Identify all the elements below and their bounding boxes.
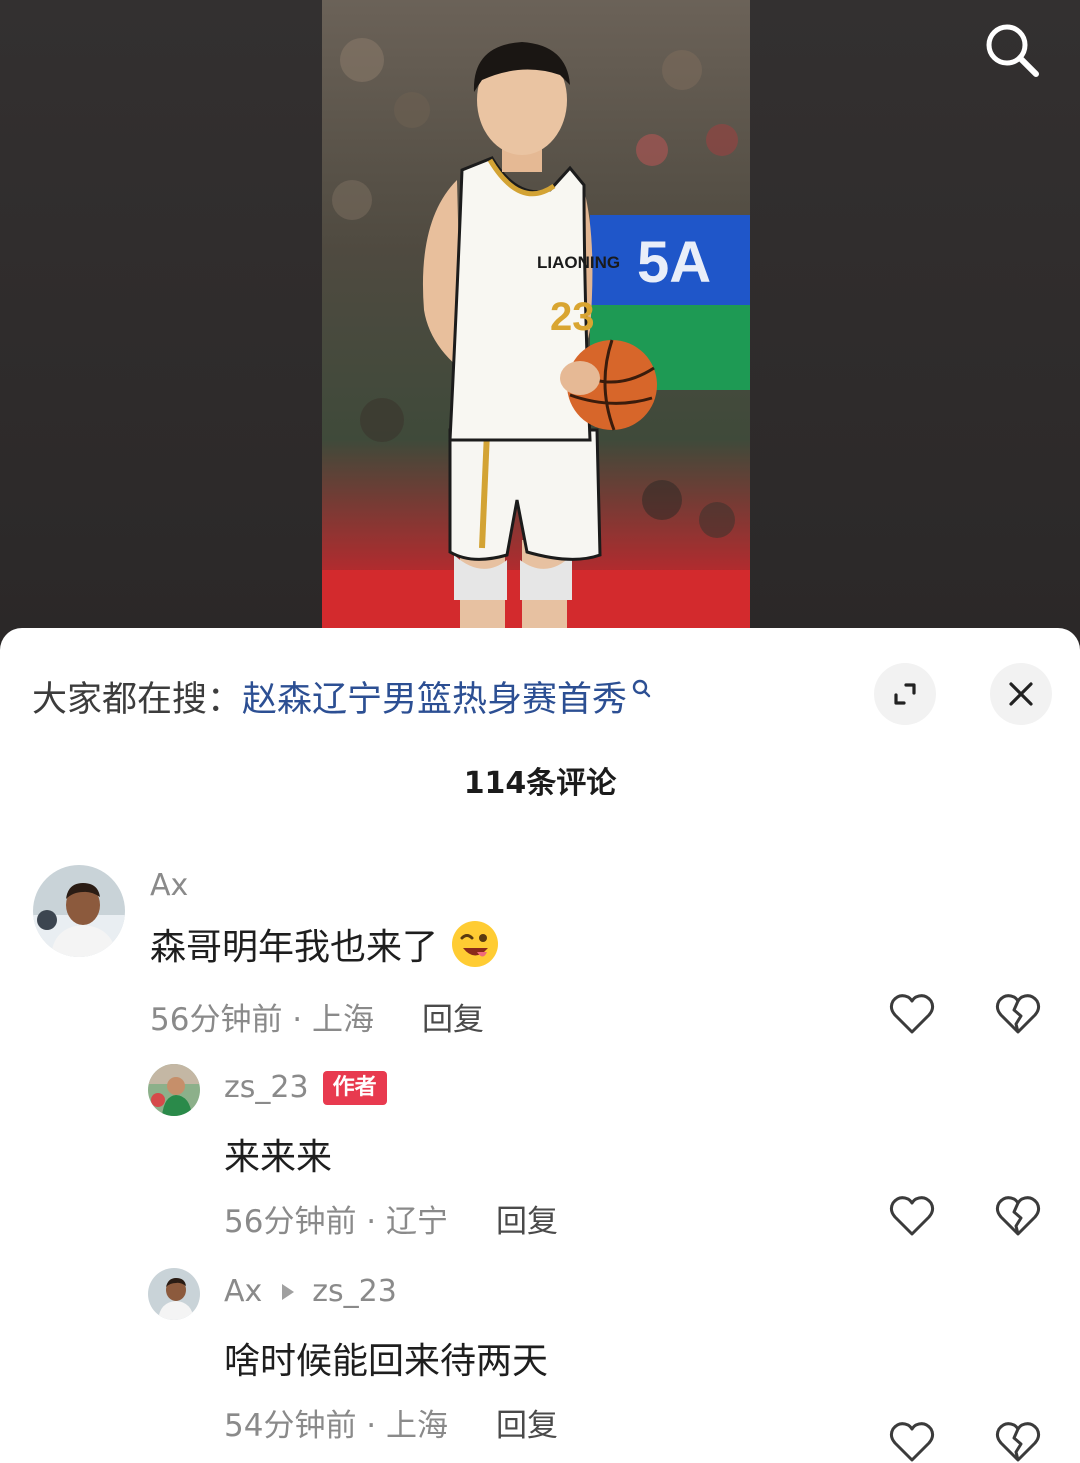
close-icon [1009, 682, 1033, 706]
like-button[interactable] [888, 1420, 936, 1463]
reply-username-row: Ax zs_23 [224, 1274, 397, 1309]
avatar-image [33, 865, 125, 957]
dislike-button[interactable] [994, 1194, 1042, 1238]
emoji-wink-icon [450, 919, 500, 969]
hot-search-bar[interactable]: 大家都在搜： 赵森辽宁男篮热身赛首秀 [32, 674, 653, 720]
comment-meta: 56分钟前 · 上海 回复 [150, 994, 484, 1039]
comments-count: 114条评论 [463, 766, 617, 801]
dislike-icon [995, 1196, 1041, 1236]
avatar[interactable] [33, 865, 125, 957]
comment-sheet: 大家都在搜： 赵森辽宁男篮热身赛首秀 114条评论 Ax 森哥明年我也来了 56… [0, 628, 1080, 1463]
comment-item: Ax 森哥明年我也来了 56分钟前 · 上海 回复 [0, 862, 1080, 1042]
author-badge: 作者 [322, 1070, 387, 1105]
dislike-icon [995, 994, 1041, 1034]
reply-username-row: zs_23 作者 [224, 1070, 387, 1105]
reply-button[interactable]: 回复 [422, 994, 484, 1039]
like-icon [889, 1422, 935, 1462]
comment-text: 森哥明年我也来了 [150, 927, 439, 968]
search-button[interactable] [978, 16, 1046, 84]
comment-time-location: 56分钟前 · 上海 [150, 1002, 375, 1038]
expand-icon [894, 683, 916, 705]
avatar-image [148, 1064, 200, 1116]
hot-search-query[interactable]: 赵森辽宁男篮热身赛首秀 [242, 671, 627, 722]
reply-to-arrow-icon [282, 1283, 295, 1300]
close-button[interactable] [990, 663, 1052, 725]
expand-button[interactable] [874, 663, 936, 725]
reply-text: 来来来 [224, 1137, 333, 1178]
dislike-button[interactable] [994, 992, 1042, 1036]
hot-search-prefix: 大家都在搜： [32, 679, 243, 720]
reply-button[interactable]: 回复 [496, 1196, 558, 1241]
like-button[interactable] [888, 992, 936, 1036]
reply-text: 啥时候能回来待两天 [224, 1341, 549, 1382]
avatar[interactable] [148, 1064, 200, 1116]
avatar-image [148, 1268, 200, 1320]
dislike-icon [995, 1422, 1041, 1462]
player-photo: 5A LIAONING 23 [322, 0, 750, 628]
like-icon [889, 994, 935, 1034]
video-area: 5A LIAONING 23 [0, 0, 1080, 640]
jersey-team-text: LIAONING [537, 253, 620, 272]
reply-time-location: 54分钟前 · 上海 [224, 1408, 449, 1444]
like-button[interactable] [888, 1194, 936, 1238]
search-icon [986, 24, 1039, 77]
reply-button[interactable]: 回复 [496, 1400, 558, 1445]
reply-item: zs_23 作者 来来来 56分钟前 · 辽宁 回复 [0, 1064, 1080, 1254]
reply-username[interactable]: Ax [224, 1274, 262, 1309]
reply-time-location: 56分钟前 · 辽宁 [224, 1204, 449, 1240]
reply-meta: 56分钟前 · 辽宁 回复 [224, 1196, 558, 1241]
avatar[interactable] [148, 1268, 200, 1320]
reply-to-username[interactable]: zs_23 [312, 1274, 397, 1309]
comment-text-row: 森哥明年我也来了 [150, 918, 500, 970]
banner-text: 5A [637, 230, 711, 295]
comment-username[interactable]: Ax [150, 868, 188, 903]
small-search-icon [632, 679, 651, 698]
jersey-number: 23 [550, 295, 595, 339]
reply-item: Ax zs_23 啥时候能回来待两天 54分钟前 · 上海 回复 [0, 1268, 1080, 1463]
player-illustration: 5A LIAONING 23 [322, 38, 750, 628]
reply-meta: 54分钟前 · 上海 回复 [224, 1400, 558, 1445]
reply-username[interactable]: zs_23 [224, 1070, 309, 1105]
like-icon [889, 1196, 935, 1236]
dislike-button[interactable] [994, 1420, 1042, 1463]
